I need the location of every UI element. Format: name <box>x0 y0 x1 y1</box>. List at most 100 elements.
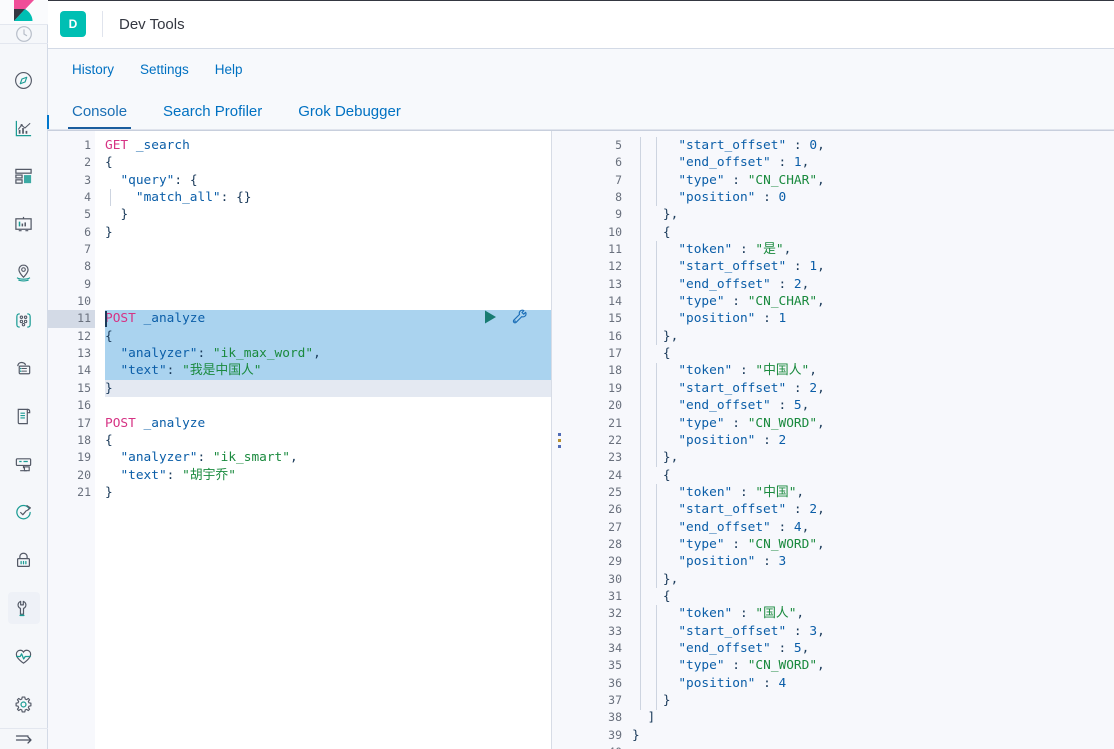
pane-resizer[interactable] <box>552 131 566 749</box>
code-line[interactable]: "start_offset" : 2, <box>632 380 1114 397</box>
code-line[interactable]: "token" : "是", <box>632 241 1114 258</box>
line-number: 19 <box>608 380 622 395</box>
sidebar-item-logs[interactable] <box>8 400 40 432</box>
console-body: 12▾3▾45▴6▴789101112▾131415▴161718▾192021… <box>48 130 1114 749</box>
collapse-nav-button[interactable] <box>0 728 48 749</box>
subnav-link-history[interactable]: History <box>72 62 114 77</box>
code-line[interactable]: "token" : "国人", <box>632 605 1114 622</box>
code-line[interactable]: { <box>632 588 1114 605</box>
code-line[interactable]: "analyzer": "ik_smart", <box>105 449 552 466</box>
recently-viewed-button[interactable] <box>0 25 48 44</box>
code-line[interactable]: } <box>632 727 1114 744</box>
code-line[interactable]: }, <box>632 571 1114 588</box>
code-line[interactable]: "end_offset" : 5, <box>632 397 1114 414</box>
code-line[interactable]: ] <box>632 709 1114 726</box>
code-line[interactable]: "type" : "CN_CHAR", <box>632 293 1114 310</box>
code-line[interactable]: "type" : "CN_WORD", <box>632 415 1114 432</box>
sidebar-item-canvas[interactable] <box>8 208 40 240</box>
code-line[interactable]: "position" : 4 <box>632 675 1114 692</box>
line-number: 40 <box>566 744 626 749</box>
code-line[interactable]: }, <box>632 328 1114 345</box>
code-line[interactable]: { <box>632 345 1114 362</box>
tab-console[interactable]: Console <box>67 104 145 129</box>
code-line[interactable]: "query": { <box>105 172 552 189</box>
sidebar-item-graph[interactable] <box>8 304 40 336</box>
code-line[interactable]: "position" : 1 <box>632 310 1114 327</box>
code-line[interactable]: } <box>632 692 1114 709</box>
sidebar-item-siem[interactable] <box>8 544 40 576</box>
sidebar-item-visualize[interactable] <box>8 112 40 144</box>
code-line[interactable]: "start_offset" : 1, <box>632 258 1114 275</box>
code-line[interactable]: "start_offset" : 0, <box>632 137 1114 154</box>
page-title: Dev Tools <box>119 15 185 33</box>
sidebar-item-machine-learning[interactable] <box>8 352 40 384</box>
kibana-app: D Dev Tools History Settings Help Consol… <box>0 0 1114 749</box>
code-line[interactable]: { <box>105 154 552 171</box>
code-line[interactable]: } <box>105 206 552 223</box>
code-line[interactable]: GET _search <box>105 137 552 154</box>
code-line[interactable]: } <box>105 484 552 501</box>
line-number: 7 <box>615 172 622 187</box>
tab-grok-debugger[interactable]: Grok Debugger <box>298 104 419 129</box>
code-line[interactable]: { <box>632 224 1114 241</box>
lock-icon <box>16 552 31 567</box>
main-region: D Dev Tools History Settings Help Consol… <box>48 0 1114 749</box>
code-line[interactable]: "end_offset" : 2, <box>632 276 1114 293</box>
sidebar-item-dev-tools[interactable] <box>7 592 40 624</box>
code-line[interactable] <box>105 258 552 275</box>
infra-logs-icon <box>17 408 31 424</box>
subnav-link-settings[interactable]: Settings <box>140 62 189 77</box>
code-line[interactable]: "analyzer": "ik_max_word", <box>105 345 552 363</box>
header-divider <box>102 11 103 37</box>
code-line[interactable] <box>632 744 1114 749</box>
sidebar-item-management[interactable] <box>8 688 40 720</box>
code-line[interactable] <box>105 397 552 414</box>
code-line[interactable] <box>105 276 552 293</box>
wrench-settings-icon[interactable] <box>511 308 529 326</box>
line-number: 31▾ <box>566 588 632 605</box>
sidebar-item-dashboard[interactable] <box>8 160 40 192</box>
code-line[interactable]: "type" : "CN_WORD", <box>632 657 1114 674</box>
code-line[interactable]: "start_offset" : 3, <box>632 623 1114 640</box>
space-avatar[interactable]: D <box>60 11 86 37</box>
map-pin-icon <box>16 263 31 281</box>
code-line[interactable]: "position" : 2 <box>632 432 1114 449</box>
code-line[interactable]: } <box>105 379 552 398</box>
indent-guide <box>656 484 657 589</box>
code-line[interactable]: "end_offset" : 4, <box>632 519 1114 536</box>
code-line[interactable]: { <box>105 327 552 346</box>
play-triangle-icon[interactable] <box>481 308 499 326</box>
code-line[interactable]: "text": "胡宇乔" <box>105 467 552 484</box>
code-line[interactable]: "token" : "中国", <box>632 484 1114 501</box>
subnav-link-help[interactable]: Help <box>215 62 243 77</box>
line-number: 23▴ <box>566 449 632 466</box>
code-line[interactable]: "start_offset" : 2, <box>632 501 1114 518</box>
code-line[interactable]: "end_offset" : 1, <box>632 154 1114 171</box>
code-line[interactable]: { <box>105 432 552 449</box>
sidebar-item-uptime[interactable] <box>8 496 40 528</box>
code-line[interactable]: "match_all": {} <box>105 189 552 206</box>
sidebar-item-metrics[interactable] <box>8 448 40 480</box>
editor-line-numbers: 12▾3▾45▴6▴789101112▾131415▴161718▾192021… <box>48 131 101 749</box>
sidebar-item-monitoring[interactable] <box>8 640 40 672</box>
code-line[interactable]: "text": "我是中国人" <box>105 362 552 380</box>
sidebar-item-maps[interactable] <box>8 256 40 288</box>
response-output[interactable]: "start_offset" : 0, "end_offset" : 1, "t… <box>626 131 1114 749</box>
line-number: 24▾ <box>566 467 632 484</box>
code-line[interactable]: }, <box>632 449 1114 466</box>
code-line[interactable]: "type" : "CN_WORD", <box>632 536 1114 553</box>
code-line[interactable]: { <box>632 467 1114 484</box>
code-line[interactable]: POST _analyze <box>105 415 552 432</box>
code-line[interactable]: "token" : "中国人", <box>632 362 1114 379</box>
request-editor[interactable]: GET _search{ "query": { "match_all": {} … <box>95 131 552 749</box>
code-line[interactable]: } <box>105 224 552 241</box>
kibana-logo[interactable] <box>0 0 48 25</box>
code-line[interactable]: "end_offset" : 5, <box>632 640 1114 657</box>
sidebar-item-discover[interactable] <box>8 64 40 96</box>
tab-search-profiler[interactable]: Search Profiler <box>163 104 280 129</box>
code-line[interactable]: }, <box>632 206 1114 223</box>
code-line[interactable]: "position" : 0 <box>632 189 1114 206</box>
code-line[interactable]: "type" : "CN_CHAR", <box>632 172 1114 189</box>
code-line[interactable]: "position" : 3 <box>632 553 1114 570</box>
code-line[interactable] <box>105 241 552 258</box>
